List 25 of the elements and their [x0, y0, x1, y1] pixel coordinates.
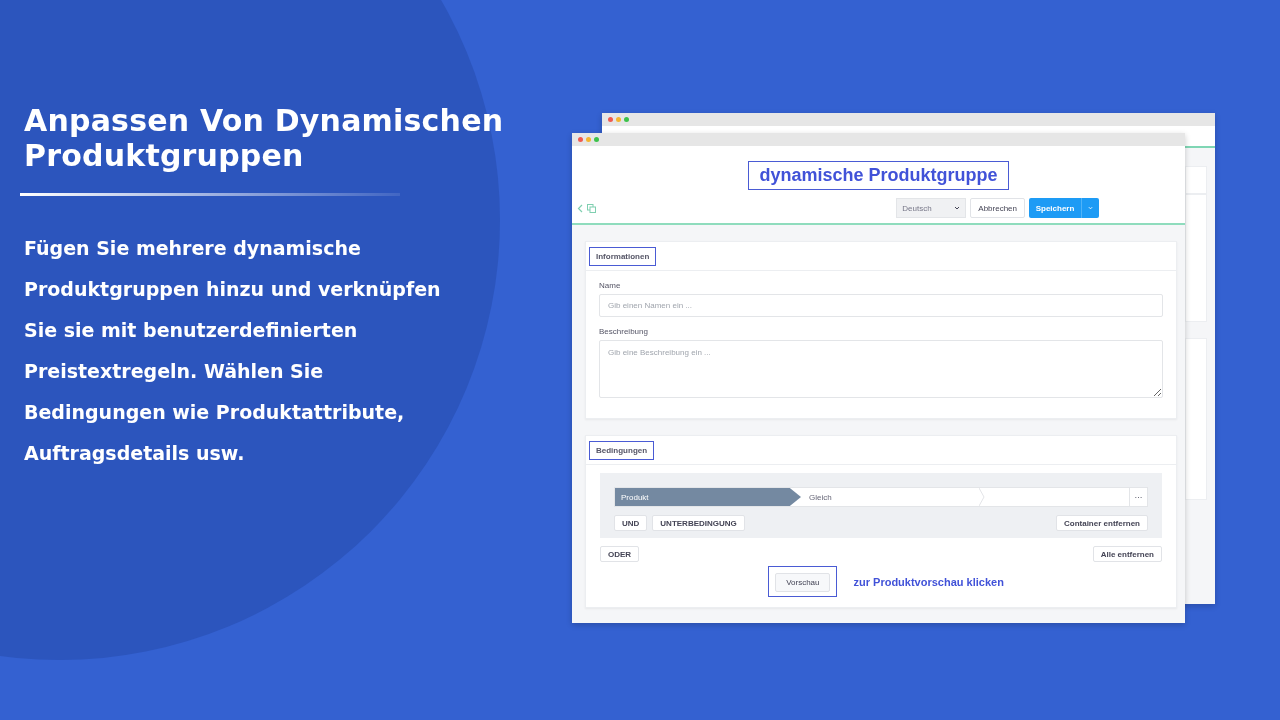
or-button[interactable]: ODER — [600, 546, 640, 562]
copy-icon[interactable] — [587, 203, 596, 213]
back-icon[interactable] — [577, 203, 583, 213]
textarea-field[interactable]: Gib eine Beschreibung ein ... — [599, 340, 1163, 398]
language-dropdown[interactable]: Deutsch — [896, 198, 967, 218]
save-options-button[interactable] — [1081, 198, 1099, 218]
dropdown-value: Deutsch — [902, 203, 932, 213]
cancel-button[interactable]: Abbrechen — [970, 198, 1025, 218]
field-label: Beschreibung — [599, 327, 649, 336]
page-heading: dynamische Produktgruppe — [748, 161, 1009, 190]
caret-icon — [1088, 206, 1093, 210]
annotation-text: zur Produktvorschau klicken — [853, 575, 1004, 588]
condition-button[interactable]: UNTERBEDINGUNG — [652, 515, 745, 531]
slide-description: Fügen Sie mehrere dynamische Produktgruppen hinzu und verknüpfen Sie sie mit benutzerdefinierten Preistextregeln. Wählen Sie Bedingungen wie Produktattribute, Auftragsdetails usw. — [24, 236, 442, 466]
input-field[interactable]: Gib einen Namen ein ... — [599, 294, 1163, 317]
caret-icon — [954, 206, 961, 210]
slide-title: Anpassen Von Dynamischen Produktgruppen — [24, 103, 504, 173]
card-title: Bedingungen — [589, 440, 655, 460]
remove-all-button[interactable]: Alle entfernen — [1092, 546, 1162, 562]
field-label: Name — [599, 281, 622, 290]
field-selector[interactable]: Produkt — [615, 488, 801, 506]
preview-button[interactable]: Vorschau — [775, 573, 831, 592]
remove-container-button[interactable]: Container entfernen — [1056, 515, 1148, 531]
card-title: Informationen — [589, 246, 657, 266]
condition-button[interactable]: UND — [614, 515, 648, 531]
